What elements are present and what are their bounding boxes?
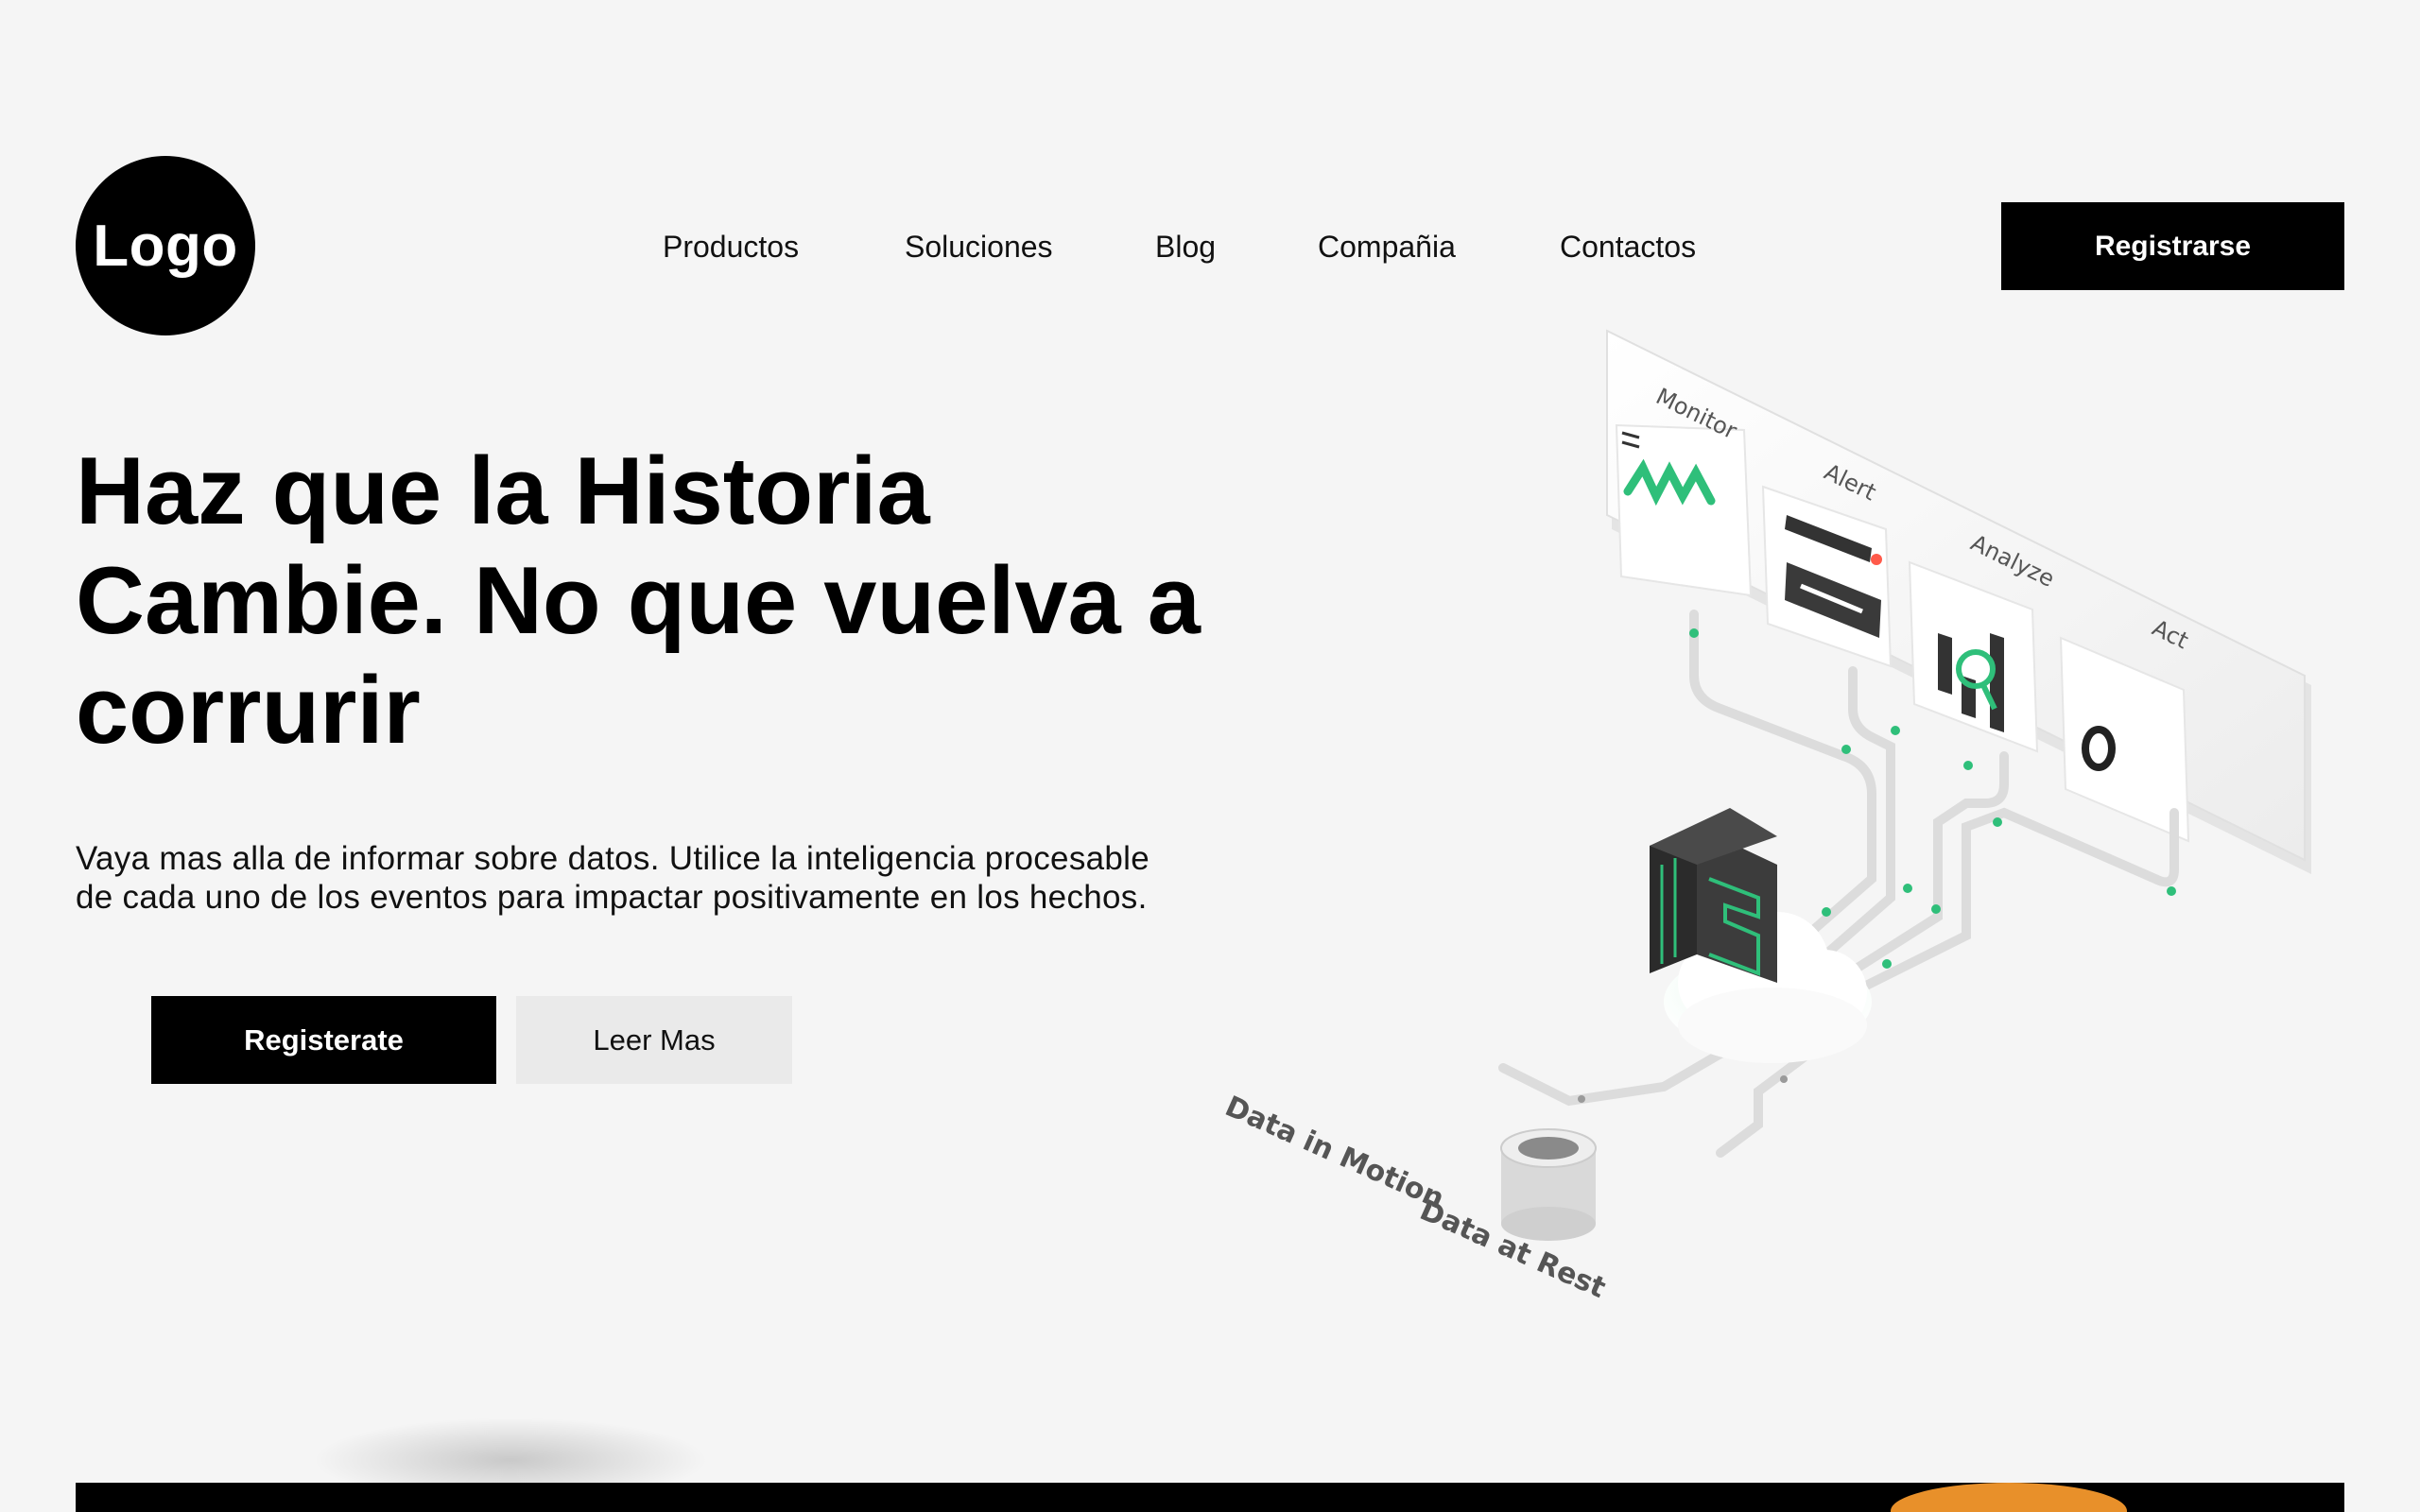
logo[interactable]: Logo <box>76 156 255 335</box>
nav-item-blog[interactable]: Blog <box>1155 223 1216 270</box>
hero-subtitle: Vaya mas alla de informar sobre datos. U… <box>76 839 1323 917</box>
product-cube <box>1650 808 1777 983</box>
hero-title-line: Haz que la Historia <box>76 438 930 544</box>
hero-subtitle-line: Vaya mas alla de informar sobre datos. U… <box>76 840 1150 877</box>
monitor-card <box>1615 423 1753 597</box>
register-button[interactable]: Registrarse <box>2001 202 2344 290</box>
hero-title-line: Cambie. No que vuelva a <box>76 548 1201 654</box>
read-more-button[interactable]: Leer Mas <box>516 996 792 1084</box>
nav-item-contactos[interactable]: Contactos <box>1560 223 1696 270</box>
source-label-data-in-motion: Data in Motion <box>1220 1090 1449 1215</box>
nav-item-soluciones[interactable]: Soluciones <box>905 223 1053 270</box>
bottom-section-band <box>76 1483 2344 1512</box>
storage-cylinder <box>1500 1128 1597 1241</box>
hero-subtitle-line: de cada uno de los eventos para impactar… <box>76 879 1148 916</box>
nav-item-compania[interactable]: Compañia <box>1318 223 1456 270</box>
orange-graphic <box>1891 1483 2127 1512</box>
hero-title-line: corrurir <box>76 658 421 764</box>
data-pipeline-illustration: Monitor Alert Analyze Act Data in Motion… <box>1220 329 2311 1305</box>
hero-title: Haz que la Historia Cambie. No que vuelv… <box>76 437 1267 765</box>
signup-button[interactable]: Registerate <box>151 996 496 1084</box>
nav-item-productos[interactable]: Productos <box>663 223 799 270</box>
